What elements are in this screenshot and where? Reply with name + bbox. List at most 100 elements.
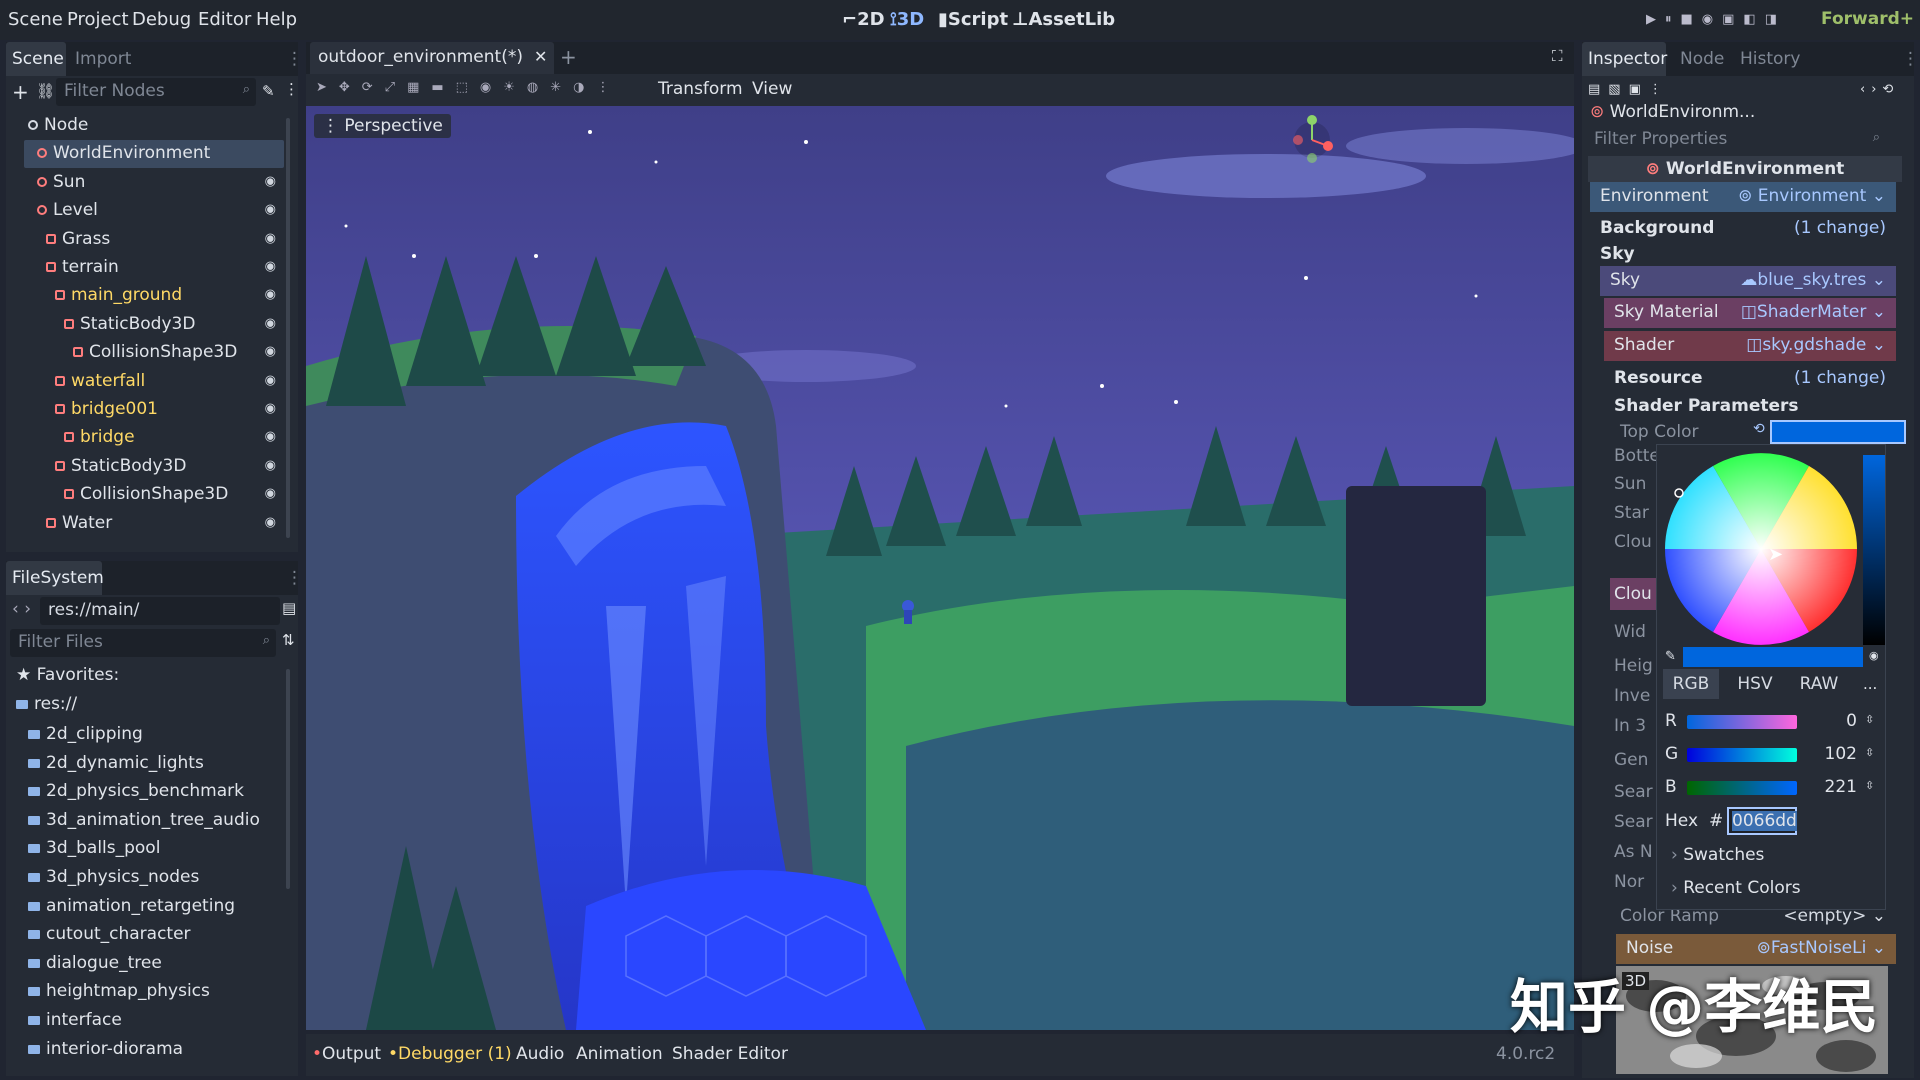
tab-debugger[interactable]: •Debugger (1) — [388, 1044, 512, 1064]
tab-scene[interactable]: Scene — [12, 49, 64, 69]
scene-tree-item[interactable]: WorldEnvironment — [24, 140, 284, 169]
spin-arrows-icon[interactable]: ⇳ — [1865, 779, 1874, 792]
workspace-3d[interactable]: ⟟3D — [890, 9, 924, 30]
scene-tree-item[interactable]: main_ground ◉ — [16, 282, 284, 310]
folder-item[interactable]: 3d_animation_tree_audio — [28, 810, 260, 838]
dock-menu-icon[interactable]: ⋮ — [286, 49, 303, 69]
spin-arrows-icon[interactable]: ⇳ — [1865, 746, 1874, 759]
filter-properties-input[interactable]: Filter Properties ⌕ — [1586, 126, 1886, 154]
filter-files-input[interactable]: Filter Files ⌕ — [10, 629, 276, 657]
picker-more-button[interactable]: ... — [1863, 675, 1877, 693]
folder-item[interactable]: 2d_physics_benchmark — [28, 781, 244, 809]
top-color-swatch[interactable] — [1770, 420, 1906, 444]
tab-animation[interactable]: Animation — [576, 1044, 663, 1064]
link-icon[interactable]: ⛓ — [36, 82, 55, 100]
visibility-eye-icon[interactable]: ◉ — [265, 458, 276, 473]
visibility-eye-icon[interactable]: ◉ — [265, 231, 276, 246]
scene-tree-item[interactable]: Water ◉ — [16, 510, 284, 538]
r-slider[interactable] — [1687, 715, 1797, 729]
visibility-eye-icon[interactable]: ◉ — [265, 429, 276, 444]
sort-icon[interactable]: ⇅ — [282, 631, 295, 649]
transform-tools[interactable]: ➤✥⟳⤢▦▬⬚◉☀◍✳◑⋮ — [316, 80, 622, 95]
revert-icon[interactable]: ⟲ — [1753, 421, 1765, 437]
scene-tree-item[interactable]: StaticBody3D ◉ — [16, 311, 284, 339]
eyedropper-icon[interactable]: ✎ — [1665, 649, 1676, 664]
visibility-eye-icon[interactable]: ◉ — [265, 287, 276, 302]
folder-item[interactable]: 3d_physics_nodes — [28, 867, 199, 895]
b-slider[interactable] — [1687, 781, 1797, 795]
folder-item[interactable]: heightmap_physics — [28, 981, 210, 1009]
folder-item[interactable]: 3d_balls_pool — [28, 838, 160, 866]
res-root-row[interactable]: res:// — [16, 694, 77, 722]
add-tab-icon[interactable]: + — [560, 45, 577, 69]
mode-hsv[interactable]: HSV — [1727, 669, 1783, 699]
scene-tree-item[interactable]: CollisionShape3D ◉ — [16, 481, 284, 509]
sky-property[interactable]: Sky ☁blue_sky.tres ⌄ — [1600, 266, 1896, 296]
workspace-2d[interactable]: ⌐2D — [842, 9, 885, 30]
swatches-section[interactable]: › Swatches — [1671, 845, 1764, 865]
resource-section[interactable]: Resource (1 change) — [1604, 364, 1896, 394]
visibility-eye-icon[interactable]: ◉ — [265, 486, 276, 501]
tab-output[interactable]: •Output — [312, 1044, 381, 1064]
tab-inspector[interactable]: Inspector — [1588, 49, 1667, 69]
menu-editor[interactable]: Editor — [198, 9, 251, 30]
spin-arrows-icon[interactable]: ⇳ — [1865, 713, 1874, 726]
3d-viewport[interactable]: ⋮ Perspective — [306, 106, 1574, 1030]
scene-tree-item[interactable]: waterfall ◉ — [16, 368, 284, 396]
path-field[interactable]: res://main/ — [40, 597, 280, 625]
value-slider[interactable] — [1863, 455, 1885, 645]
visibility-eye-icon[interactable]: ◉ — [265, 316, 276, 331]
favorites-row[interactable]: ★ Favorites: — [16, 665, 119, 693]
wheel-cursor[interactable] — [1674, 488, 1684, 498]
environment-value[interactable]: ⊚ Environment ⌄ — [1738, 186, 1886, 206]
recent-colors-section[interactable]: › Recent Colors — [1671, 878, 1801, 898]
scene-tree-item[interactable]: Grass ◉ — [16, 226, 284, 254]
filesystem-scrollbar[interactable] — [286, 669, 290, 889]
workspace-script[interactable]: ▮Script — [938, 9, 1008, 30]
mode-rgb[interactable]: RGB — [1663, 669, 1719, 699]
tab-audio[interactable]: Audio — [516, 1044, 564, 1064]
menu-project[interactable]: Project — [67, 9, 129, 30]
tab-history[interactable]: History — [1740, 49, 1800, 69]
scene-tree-item[interactable]: Node — [16, 112, 284, 140]
g-value[interactable]: 102 — [1821, 744, 1857, 764]
hex-input[interactable]: 0066dd — [1727, 807, 1797, 835]
perspective-menu[interactable]: ⋮ Perspective — [314, 114, 451, 138]
tab-import[interactable]: Import — [75, 49, 131, 69]
dock-menu-icon[interactable]: ⋮ — [1902, 49, 1919, 69]
visibility-eye-icon[interactable]: ◉ — [265, 344, 276, 359]
scene-tab[interactable]: outdoor_environment(*) ✕ — [310, 42, 554, 74]
visibility-eye-icon[interactable]: ◉ — [265, 202, 276, 217]
history-nav-icons[interactable]: ‹›⟲ — [1860, 82, 1899, 97]
scene-tree-item[interactable]: bridge001 ◉ — [16, 396, 284, 424]
filter-nodes-input[interactable]: Filter Nodes ⌕ — [56, 78, 256, 106]
scene-tree-scrollbar[interactable] — [286, 118, 290, 538]
sky-material-value[interactable]: ◫ShaderMater ⌄ — [1741, 302, 1886, 322]
menu-transform[interactable]: Transform — [658, 79, 743, 99]
folder-item[interactable]: cutout_character — [28, 924, 191, 952]
shader-value[interactable]: ◫sky.gdshade ⌄ — [1746, 335, 1886, 355]
menu-help[interactable]: Help — [256, 9, 297, 30]
visibility-eye-icon[interactable]: ◉ — [265, 174, 276, 189]
layout-toggle-icon[interactable]: ▤ — [282, 599, 296, 617]
mode-raw[interactable]: RAW — [1791, 669, 1847, 699]
menu-view[interactable]: View — [752, 79, 792, 99]
folder-item[interactable]: 2d_dynamic_lights — [28, 753, 204, 781]
environment-property[interactable]: Environment ⊚ Environment ⌄ — [1590, 182, 1896, 212]
scene-tree-item[interactable]: StaticBody3D ◉ — [16, 453, 284, 481]
back-arrow-icon[interactable]: ‹ › — [12, 599, 31, 619]
scene-tree-item[interactable]: terrain ◉ — [16, 254, 284, 282]
scene-tree-item[interactable]: Sun ◉ — [16, 169, 284, 197]
scene-menu-icon[interactable]: ⋮ — [284, 80, 299, 98]
tab-filesystem[interactable]: FileSystem — [12, 568, 104, 588]
sky-value[interactable]: ☁blue_sky.tres ⌄ — [1740, 270, 1886, 290]
noise-value[interactable]: ⊚FastNoiseLi ⌄ — [1757, 938, 1886, 958]
scene-tree-item[interactable]: bridge ◉ — [16, 424, 284, 452]
visibility-eye-icon[interactable]: ◉ — [265, 373, 276, 388]
folder-item[interactable]: dialogue_tree — [28, 953, 162, 981]
r-value[interactable]: 0 — [1837, 711, 1857, 731]
g-slider[interactable] — [1687, 748, 1797, 762]
scene-tree-item[interactable]: Level ◉ — [16, 197, 284, 225]
workspace-assetlib[interactable]: ⊥AssetLib — [1012, 9, 1115, 30]
dock-menu-icon[interactable]: ⋮ — [286, 568, 303, 588]
